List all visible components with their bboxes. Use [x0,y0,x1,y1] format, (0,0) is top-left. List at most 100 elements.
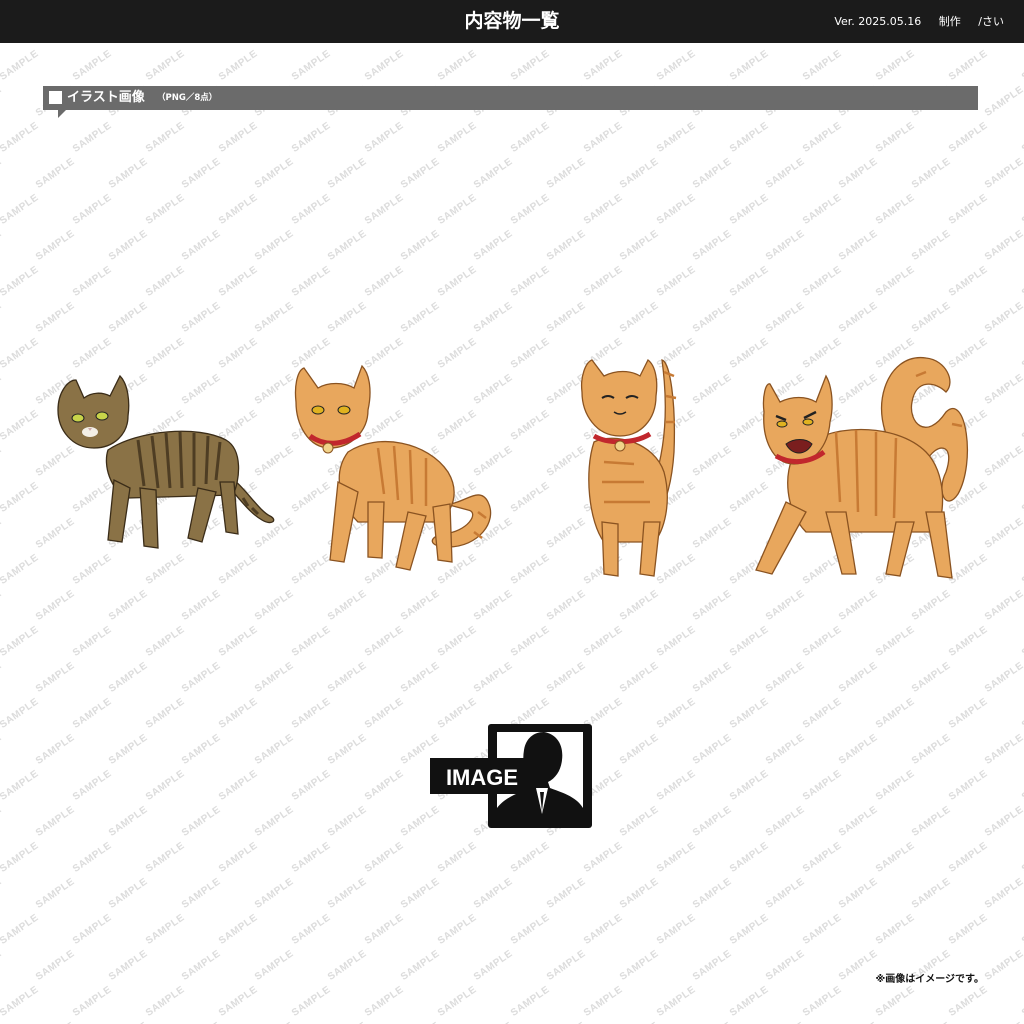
sample-watermark-text: SAMPLE [143,264,187,299]
sample-watermark-text: SAMPLE [617,300,661,335]
sample-watermark-text: SAMPLE [106,948,150,983]
sample-watermark-text: SAMPLE [106,228,150,263]
sample-watermark-text: SAMPLE [836,948,880,983]
sample-watermark-text: SAMPLE [1019,552,1024,587]
sample-watermark-text: SAMPLE [909,156,953,191]
sample-watermark-text: SAMPLE [1019,624,1024,659]
sample-watermark-text: SAMPLE [362,696,406,731]
sample-watermark-text: SAMPLE [873,696,917,731]
sample-watermark-text: SAMPLE [143,120,187,155]
sample-watermark-text: SAMPLE [1019,912,1024,947]
sample-watermark-text: SAMPLE [508,912,552,947]
sample-watermark-text: SAMPLE [690,660,734,695]
sample-watermark-text: SAMPLE [690,444,734,479]
sample-watermark-text: SAMPLE [654,984,698,1019]
sample-watermark-text: SAMPLE [800,120,844,155]
sample-watermark-text: SAMPLE [909,876,953,911]
sample-watermark-text: SAMPLE [253,44,296,47]
sample-watermark-text: SAMPLE [508,48,552,83]
sample-watermark-text: SAMPLE [33,228,77,263]
sample-watermark-text: SAMPLE [33,948,77,983]
sample-watermark-text: SAMPLE [106,660,150,695]
sample-watermark-text: SAMPLE [982,372,1024,407]
sample-watermark-text: SAMPLE [0,660,4,695]
sample-watermark-text: SAMPLE [946,840,990,875]
sample-watermark-text: SAMPLE [873,624,917,659]
sample-watermark-text: SAMPLE [982,876,1024,911]
sample-watermark-text: SAMPLE [982,300,1024,335]
sample-watermark-text: SAMPLE [800,984,844,1019]
sample-watermark-text: SAMPLE [0,264,41,299]
sample-watermark-text: SAMPLE [106,156,150,191]
sample-watermark-text: SAMPLE [472,44,515,47]
sample-watermark-text: SAMPLE [179,228,223,263]
credit-label: 制作 [938,15,961,28]
sample-watermark-text: SAMPLE [362,840,406,875]
sample-watermark-text: SAMPLE [216,48,260,83]
sample-watermark-text: SAMPLE [0,480,41,515]
sample-watermark-text: SAMPLE [873,768,917,803]
sample-watermark-text: SAMPLE [545,1020,588,1024]
sample-watermark-text: SAMPLE [909,300,953,335]
sample-watermark-text: SAMPLE [362,912,406,947]
sample-watermark-text: SAMPLE [727,912,771,947]
sample-watermark-text: SAMPLE [946,624,990,659]
sample-watermark-text: SAMPLE [982,732,1024,767]
sample-watermark-text: SAMPLE [143,840,187,875]
sample-watermark-text: SAMPLE [690,948,734,983]
sample-watermark-text: SAMPLE [690,300,734,335]
sample-watermark-text: SAMPLE [0,336,41,371]
sample-watermark-text: SAMPLE [763,948,807,983]
orange-tabby-cat-with-collar-illustration [294,364,492,571]
sample-watermark-text: SAMPLE [362,120,406,155]
sample-watermark-text: SAMPLE [143,912,187,947]
sample-watermark-text: SAMPLE [325,804,369,839]
sample-watermark-text: SAMPLE [70,120,114,155]
sample-watermark-text: SAMPLE [581,912,625,947]
sample-watermark-text: SAMPLE [0,516,4,551]
sample-watermark-text: SAMPLE [398,660,442,695]
sample-watermark-text: SAMPLE [0,804,4,839]
sample-watermark-text: SAMPLE [763,228,807,263]
sample-watermark-text: SAMPLE [325,876,369,911]
sample-watermark-text: SAMPLE [544,660,588,695]
sample-watermark-text: SAMPLE [873,264,917,299]
sample-watermark-text: SAMPLE [70,696,114,731]
sample-watermark-text: SAMPLE [216,264,260,299]
sample-watermark-text: SAMPLE [544,876,588,911]
sample-watermark-text: SAMPLE [398,228,442,263]
sample-watermark-text: SAMPLE [289,840,333,875]
sample-watermark-text: SAMPLE [544,156,588,191]
sample-watermark-text: SAMPLE [581,192,625,227]
sample-watermark-text: SAMPLE [216,120,260,155]
sample-watermark-text: SAMPLE [946,984,990,1019]
sample-watermark-text: SAMPLE [289,984,333,1019]
sample-watermark-text: SAMPLE [800,624,844,659]
sample-watermark-text: SAMPLE [690,516,734,551]
sample-watermark-text: SAMPLE [325,156,369,191]
sample-watermark-text: SAMPLE [216,840,260,875]
sample-watermark-text: SAMPLE [836,804,880,839]
sample-watermark-text: SAMPLE [727,840,771,875]
sample-watermark-text: SAMPLE [800,840,844,875]
sample-watermark-text: SAMPLE [1019,120,1024,155]
sample-watermark-text: SAMPLE [362,768,406,803]
sample-watermark-text: SAMPLE [690,372,734,407]
sample-watermark-text: SAMPLE [763,876,807,911]
sample-watermark-text: SAMPLE [1019,984,1024,1019]
sample-watermark-text: SAMPLE [508,192,552,227]
sample-watermark-text: SAMPLE [508,984,552,1019]
sample-watermark-text: SAMPLE [800,48,844,83]
sample-watermark-text: SAMPLE [326,1020,369,1024]
sample-watermark-text: SAMPLE [654,768,698,803]
sample-watermark-text: SAMPLE [143,336,187,371]
sample-watermark-text: SAMPLE [0,732,4,767]
section-heading-tail [58,109,67,118]
sample-watermark-text: SAMPLE [0,876,4,911]
sample-watermark-text: SAMPLE [1019,48,1024,83]
sample-watermark-text: SAMPLE [0,588,4,623]
sample-watermark-text: SAMPLE [691,1020,734,1024]
sample-watermark-text: SAMPLE [33,300,77,335]
sample-watermark-text: SAMPLE [253,1020,296,1024]
sample-watermark-text: SAMPLE [70,48,114,83]
